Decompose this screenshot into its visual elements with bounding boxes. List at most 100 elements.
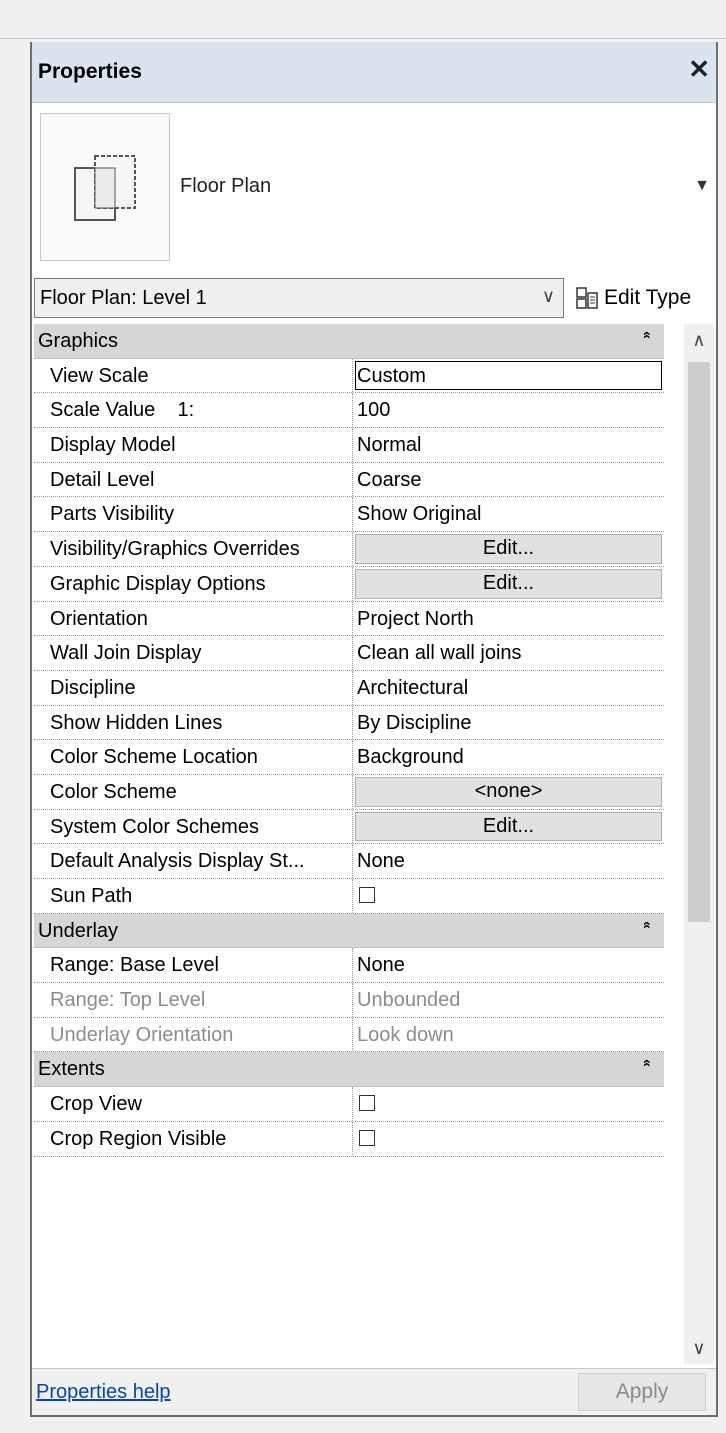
vertical-scrollbar[interactable]: ∧ ∨ bbox=[684, 324, 714, 1364]
property-value: 100 bbox=[357, 399, 391, 422]
property-value-cell[interactable]: Coarse bbox=[352, 462, 664, 497]
property-row-underlay-orientation: Underlay Orientation Look down bbox=[34, 1017, 664, 1053]
property-value-cell bbox=[352, 1087, 664, 1121]
type-dropdown-arrow-icon[interactable]: ▼ bbox=[694, 177, 710, 195]
property-row-view-scale: View Scale Custom bbox=[34, 358, 664, 394]
property-name: Range: Base Level bbox=[50, 954, 220, 977]
property-row-hidden-lines: Show Hidden Lines By Discipline bbox=[34, 705, 664, 741]
crop-view-checkbox[interactable] bbox=[359, 1095, 375, 1112]
apply-button[interactable]: Apply bbox=[578, 1373, 706, 1411]
property-value: None bbox=[357, 954, 405, 977]
graphic-display-edit-button[interactable]: Edit... bbox=[355, 568, 662, 599]
property-row-orientation: Orientation Project North bbox=[34, 601, 664, 637]
property-value: By Discipline bbox=[357, 711, 472, 734]
property-name: Orientation bbox=[50, 607, 148, 630]
property-row-default-analysis: Default Analysis Display St... None bbox=[34, 844, 664, 879]
top-strip bbox=[0, 0, 726, 39]
property-row-discipline: Discipline Architectural bbox=[34, 670, 664, 706]
property-row-graphic-display: Graphic Display Options Edit... bbox=[34, 566, 664, 602]
property-name: Color Scheme bbox=[50, 780, 177, 803]
property-value-cell: Edit... bbox=[352, 566, 664, 601]
property-value-cell[interactable]: Project North bbox=[352, 601, 664, 636]
property-value: Background bbox=[357, 746, 464, 769]
section-label: Extents bbox=[38, 1058, 105, 1081]
property-name: Discipline bbox=[50, 676, 136, 699]
section-graphics[interactable]: Graphics « bbox=[34, 324, 664, 359]
scrollbar-thumb[interactable] bbox=[688, 362, 710, 922]
property-value-cell[interactable]: Normal bbox=[352, 428, 664, 462]
property-row-crop-view: Crop View bbox=[34, 1087, 664, 1122]
floor-plan-view-icon bbox=[74, 155, 136, 221]
property-value-cell[interactable]: Background bbox=[352, 740, 664, 774]
property-row-sun-path: Sun Path bbox=[34, 879, 664, 914]
type-name: Floor Plan bbox=[180, 175, 272, 197]
close-icon[interactable]: ✕ bbox=[688, 56, 710, 82]
section-label: Underlay bbox=[38, 919, 119, 942]
palette-title: Properties bbox=[38, 60, 142, 83]
property-row-vg-overrides: Visibility/Graphics Overrides Edit... bbox=[34, 532, 664, 567]
property-name: Parts Visibility bbox=[50, 503, 175, 526]
property-row-color-scheme: Color Scheme <none> bbox=[34, 774, 664, 810]
property-name: Display Model bbox=[50, 434, 176, 457]
collapse-icon[interactable]: « bbox=[640, 331, 656, 339]
properties-help-link[interactable]: Properties help bbox=[36, 1381, 171, 1404]
property-value-cell bbox=[352, 879, 664, 913]
property-row-top-level: Range: Top Level Unbounded bbox=[34, 983, 664, 1018]
title-bar: Properties ✕ bbox=[32, 42, 716, 103]
property-value: Custom bbox=[357, 364, 426, 387]
property-value-cell[interactable]: Show Original bbox=[352, 497, 664, 532]
property-value-cell[interactable]: Clean all wall joins bbox=[352, 636, 664, 670]
property-value-cell[interactable]: None bbox=[352, 948, 664, 983]
edit-type-label: Edit Type bbox=[604, 286, 692, 309]
vg-overrides-edit-button[interactable]: Edit... bbox=[355, 534, 662, 564]
property-value: Look down bbox=[357, 1023, 454, 1046]
scroll-up-icon[interactable]: ∧ bbox=[684, 324, 714, 356]
property-value: Architectural bbox=[357, 676, 469, 699]
property-row-display-model: Display Model Normal bbox=[34, 428, 664, 463]
property-value-cell[interactable]: Custom bbox=[352, 358, 664, 393]
properties-grid: Graphics « View Scale Custom Scale Value… bbox=[34, 324, 664, 1157]
system-color-schemes-edit-button[interactable]: Edit... bbox=[355, 811, 662, 842]
section-underlay[interactable]: Underlay « bbox=[34, 913, 664, 949]
property-row-detail-level: Detail Level Coarse bbox=[34, 462, 664, 498]
property-name: Range: Top Level bbox=[50, 989, 206, 1012]
property-name: View Scale bbox=[50, 364, 149, 387]
instance-filter-value: Floor Plan: Level 1 bbox=[40, 287, 207, 309]
edit-type-button[interactable]: Edit Type bbox=[576, 282, 691, 314]
chevron-down-icon: ∨ bbox=[541, 286, 555, 306]
section-extents[interactable]: Extents « bbox=[34, 1052, 664, 1088]
property-value: Project North bbox=[357, 607, 474, 630]
collapse-icon[interactable]: « bbox=[640, 921, 656, 929]
property-value-cell: Edit... bbox=[352, 532, 664, 566]
property-name: Scale Value 1: bbox=[50, 399, 195, 422]
property-row-system-color-schemes: System Color Schemes Edit... bbox=[34, 809, 664, 845]
property-value-cell: <none> bbox=[352, 774, 664, 809]
property-value: Coarse bbox=[357, 468, 422, 491]
property-name: Crop View bbox=[50, 1093, 142, 1116]
property-value: Unbounded bbox=[357, 989, 461, 1012]
property-name: Wall Join Display bbox=[50, 642, 202, 665]
property-name: Detail Level bbox=[50, 468, 155, 491]
property-name: Crop Region Visible bbox=[50, 1127, 227, 1150]
section-label: Graphics bbox=[38, 330, 119, 352]
property-row-color-scheme-location: Color Scheme Location Background bbox=[34, 740, 664, 775]
property-name: Visibility/Graphics Overrides bbox=[50, 538, 300, 561]
property-row-base-level: Range: Base Level None bbox=[34, 948, 664, 984]
property-value-cell[interactable]: Architectural bbox=[352, 670, 664, 705]
property-value-cell bbox=[352, 1121, 664, 1156]
instance-filter-dropdown[interactable]: Floor Plan: Level 1 ∨ bbox=[34, 278, 564, 318]
crop-region-visible-checkbox[interactable] bbox=[359, 1129, 375, 1146]
property-value-cell[interactable]: 100 bbox=[352, 393, 664, 428]
property-value-cell[interactable]: None bbox=[352, 844, 664, 878]
type-selector[interactable]: Floor Plan ▼ bbox=[32, 103, 716, 273]
palette-footer: Properties help Apply bbox=[32, 1368, 716, 1415]
collapse-icon[interactable]: « bbox=[640, 1060, 656, 1068]
color-scheme-button[interactable]: <none> bbox=[355, 776, 662, 807]
scroll-down-icon[interactable]: ∨ bbox=[684, 1332, 714, 1364]
property-value: Clean all wall joins bbox=[357, 642, 522, 665]
property-name: Underlay Orientation bbox=[50, 1023, 234, 1046]
property-name: System Color Schemes bbox=[50, 815, 259, 838]
sun-path-checkbox[interactable] bbox=[359, 887, 375, 903]
property-value-cell: Unbounded bbox=[352, 983, 664, 1017]
property-value-cell[interactable]: By Discipline bbox=[352, 705, 664, 740]
